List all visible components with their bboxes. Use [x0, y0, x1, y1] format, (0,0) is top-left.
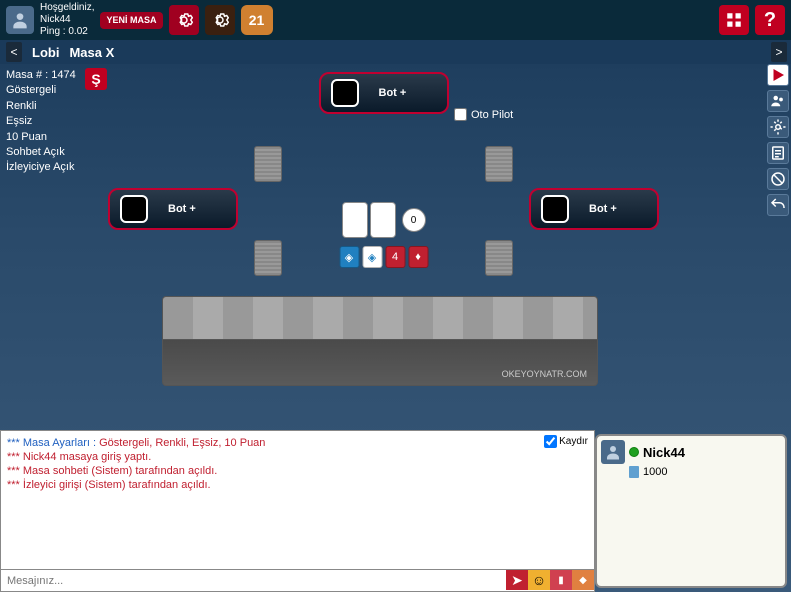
deck-count: 0: [402, 208, 426, 232]
welcome-text: Hoşgeldiniz, Nick44 Ping : 0.02: [40, 2, 94, 38]
player-box-icon: [120, 195, 148, 223]
welcome-prefix: Hoşgeldiniz,: [40, 2, 94, 14]
header-bar: Hoşgeldiniz, Nick44 Ping : 0.02 YENİ MAS…: [0, 0, 791, 40]
user-name: Nick44: [643, 445, 685, 460]
scroll-toggle: Kaydır: [544, 435, 588, 448]
chat-action-2[interactable]: ◆: [572, 570, 594, 590]
tile-stack-tr[interactable]: [485, 146, 513, 182]
tile-stack-tl[interactable]: [254, 146, 282, 182]
color-btn-red[interactable]: 4: [385, 246, 405, 268]
points-icon: [629, 466, 639, 478]
tile-stack-bl[interactable]: [254, 240, 282, 276]
status-online-icon: [629, 447, 639, 457]
back-button[interactable]: <: [6, 42, 22, 62]
chat-line-4: *** İzleyici girişi (Sistem) tarafından …: [7, 479, 588, 491]
points-value: 1000: [643, 466, 667, 478]
chat-line-3: *** Masa sohbeti (Sistem) tarafından açı…: [7, 465, 588, 477]
emoji-button[interactable]: ☺: [528, 570, 550, 590]
block-icon[interactable]: [767, 168, 789, 190]
chat-input[interactable]: [1, 570, 506, 591]
help-button[interactable]: ?: [755, 5, 785, 35]
chat-panel: Kaydır *** Masa Ayarları : Göstergeli, R…: [0, 430, 595, 592]
bot-label-left: Bot +: [168, 203, 196, 215]
game-area: Bot + Oto Pilot Bot + Bot + 0 ◈ ◈ 4 ♦ OK…: [0, 64, 767, 430]
player-box-icon: [541, 195, 569, 223]
lobby-link[interactable]: Lobi: [32, 45, 59, 60]
chat-line-2: *** Nick44 masaya giriş yaptı.: [7, 451, 588, 463]
scroll-checkbox[interactable]: [544, 435, 557, 448]
gear-icon[interactable]: [767, 116, 789, 138]
player-slot-left[interactable]: Bot +: [108, 188, 238, 230]
player-slot-right[interactable]: Bot +: [529, 188, 659, 230]
deck-tile-2[interactable]: [370, 202, 396, 238]
settings-button-2[interactable]: [205, 5, 235, 35]
player-box-icon: [331, 79, 359, 107]
deck-tile-1[interactable]: [342, 202, 368, 238]
forward-button[interactable]: >: [771, 42, 787, 62]
scroll-label: Kaydır: [559, 436, 588, 447]
board-watermark: OKEYOYNATR.COM: [502, 369, 587, 379]
tile-board[interactable]: OKEYOYNATR.COM: [162, 296, 598, 388]
grid-button[interactable]: [719, 5, 749, 35]
auto-pilot-checkbox[interactable]: [454, 108, 467, 121]
center-tiles: 0: [342, 202, 426, 238]
color-btn-red2[interactable]: ♦: [408, 246, 428, 268]
table-tab[interactable]: Masa X: [69, 45, 114, 60]
bot-label-right: Bot +: [589, 203, 617, 215]
auto-pilot-toggle: Oto Pilot: [454, 108, 513, 121]
breadcrumb: < Lobi Masa X >: [0, 40, 791, 64]
board-rack-top[interactable]: [162, 296, 598, 340]
auto-pilot-label: Oto Pilot: [471, 109, 513, 121]
bottom-panel: Kaydır *** Masa Ayarları : Göstergeli, R…: [0, 430, 791, 592]
send-button[interactable]: ➤: [506, 570, 528, 590]
user-row[interactable]: Nick44: [601, 440, 781, 464]
player-slot-top[interactable]: Bot +: [319, 72, 449, 114]
chat-prefix-1: *** Masa Ayarları :: [7, 437, 96, 449]
bot-label-top: Bot +: [379, 87, 407, 99]
tile-stack-br[interactable]: [485, 240, 513, 276]
welcome-username: Nick44: [40, 14, 94, 26]
play-icon[interactable]: [767, 64, 789, 86]
chat-line-1: *** Masa Ayarları : Göstergeli, Renkli, …: [7, 437, 588, 449]
avatar-icon[interactable]: [6, 6, 34, 34]
new-table-button[interactable]: YENİ MASA: [100, 12, 162, 29]
user-panel: Nick44 1000: [595, 434, 787, 588]
users-icon[interactable]: [767, 90, 789, 112]
chat-action-1[interactable]: ▮: [550, 570, 572, 590]
color-btn-white[interactable]: ◈: [362, 246, 382, 268]
settings-button-1[interactable]: [169, 5, 199, 35]
counter-badge: 21: [241, 5, 273, 35]
ping-label: Ping : 0.02: [40, 26, 94, 38]
note-icon[interactable]: [767, 142, 789, 164]
user-points: 1000: [629, 466, 781, 478]
chat-rest-1: Göstergeli, Renkli, Eşsiz, 10 Puan: [96, 437, 265, 449]
color-btn-blue[interactable]: ◈: [339, 246, 359, 268]
chat-log: Kaydır *** Masa Ayarları : Göstergeli, R…: [0, 430, 595, 570]
board-rack-bottom[interactable]: OKEYOYNATR.COM: [162, 340, 598, 386]
undo-icon[interactable]: [767, 194, 789, 216]
right-sidebar: [767, 64, 791, 216]
user-avatar-icon: [601, 440, 625, 464]
color-buttons: ◈ ◈ 4 ♦: [339, 246, 428, 268]
chat-input-row: ➤ ☺ ▮ ◆: [0, 570, 595, 592]
